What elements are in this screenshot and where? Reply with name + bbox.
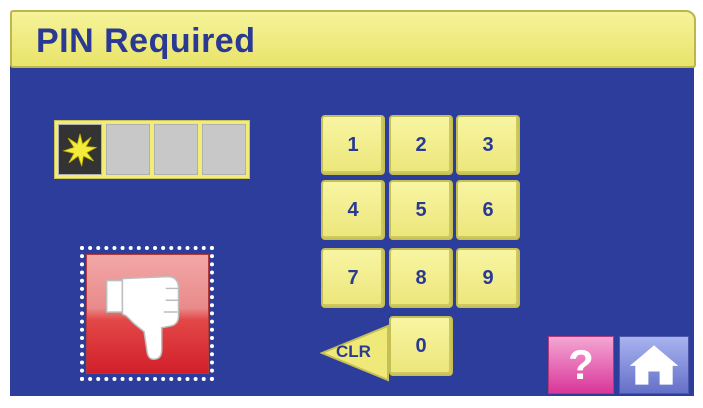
status-indicator (86, 254, 209, 374)
question-mark-icon: ? (568, 341, 594, 388)
key-5[interactable]: 5 (389, 180, 453, 240)
key-3[interactable]: 3 (456, 115, 520, 175)
key-9[interactable]: 9 (456, 248, 520, 308)
pin-slot-3 (154, 124, 198, 175)
key-2[interactable]: 2 (389, 115, 453, 175)
key-0[interactable]: 0 (389, 316, 453, 376)
home-button[interactable] (619, 336, 689, 394)
key-6[interactable]: 6 (456, 180, 520, 240)
clear-label: CLR (336, 342, 371, 361)
star-icon (63, 133, 97, 166)
help-button[interactable]: ? (548, 336, 614, 394)
title-bar: PIN Required (10, 10, 696, 68)
pin-display (54, 120, 250, 179)
house-icon (629, 345, 679, 385)
clear-button[interactable]: CLR (320, 324, 390, 382)
pin-slot-1 (58, 124, 102, 175)
pin-slot-4 (202, 124, 246, 175)
page-title: PIN Required (36, 22, 256, 60)
key-7[interactable]: 7 (321, 248, 385, 308)
key-1[interactable]: 1 (321, 115, 385, 175)
screen: PIN Required 1 2 3 4 5 6 7 8 9 0 CLR ? (0, 0, 703, 408)
pin-slot-2 (106, 124, 150, 175)
key-4[interactable]: 4 (321, 180, 385, 240)
thumbs-down-icon (105, 275, 180, 360)
key-8[interactable]: 8 (389, 248, 453, 308)
